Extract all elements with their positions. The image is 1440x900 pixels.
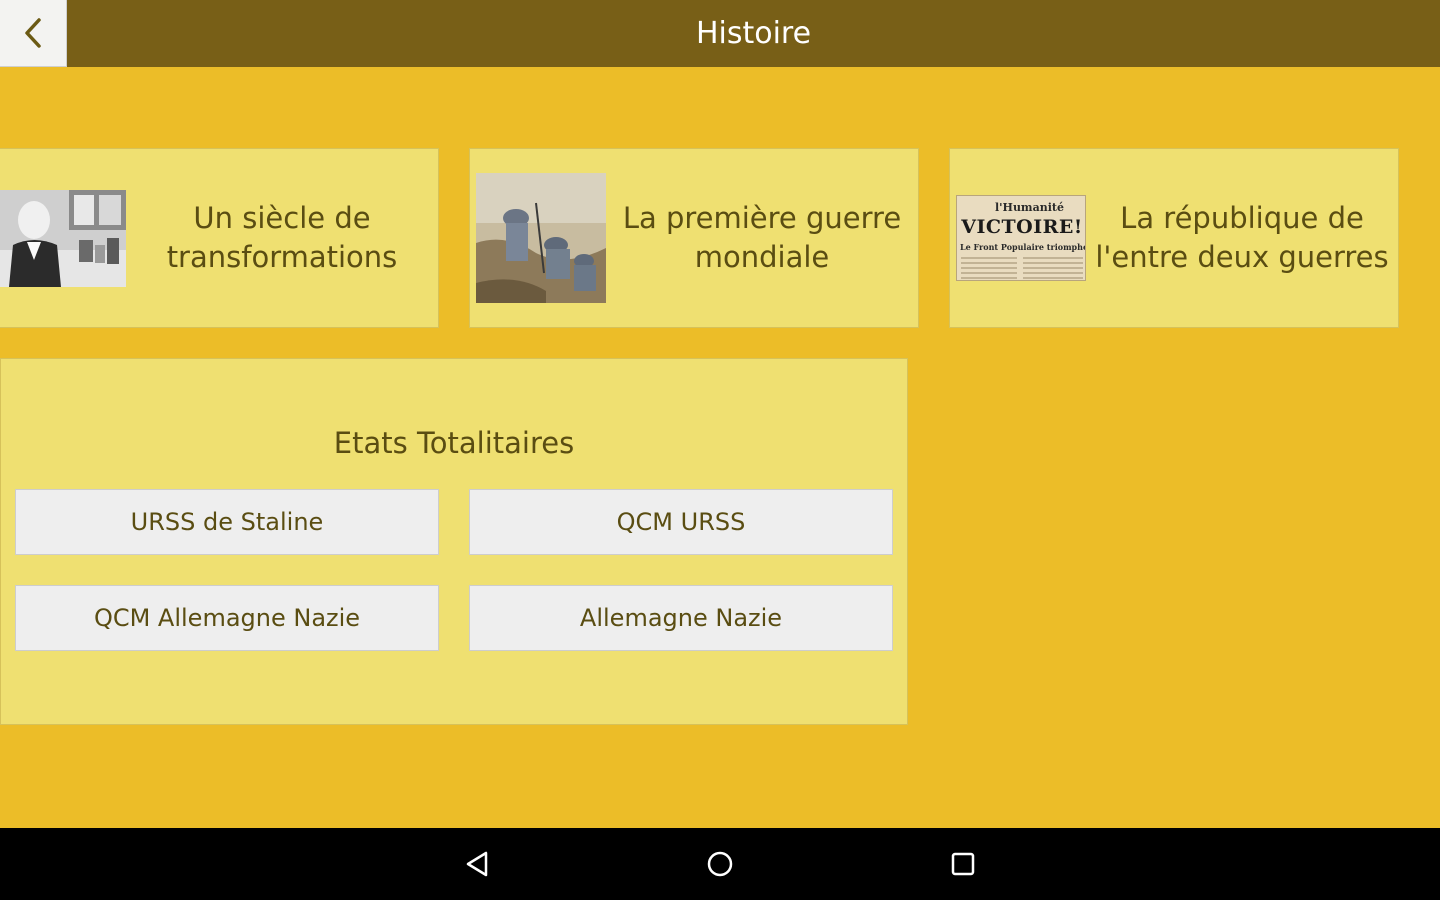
allemagne-nazie-button[interactable]: Allemagne Nazie [469, 585, 893, 651]
card-label: Un siècle de transformations [126, 199, 438, 277]
nav-back-icon [466, 851, 488, 877]
card-label: La première guerre mondiale [606, 199, 918, 277]
trench-soldiers-painting [476, 173, 606, 303]
urss-staline-button[interactable]: URSS de Staline [15, 489, 439, 555]
nav-recents-icon [951, 852, 975, 876]
system-navigation-bar [0, 828, 1440, 900]
card-republique-entre-deux-guerres[interactable]: l'Humanité VICTOIRE! Le Front Populaire … [949, 148, 1399, 328]
panel-title: Etats Totalitaires [333, 426, 575, 460]
card-label-line: La république de [1120, 201, 1364, 235]
app-header: Histoire [0, 0, 1440, 67]
card-label-line: La première guerre [622, 201, 902, 235]
page-title: Histoire [695, 16, 812, 51]
card-siecle-transformations[interactable]: Un siècle de transformations [0, 148, 439, 328]
newspaper-masthead: l'Humanité [995, 201, 1064, 214]
chevron-left-icon [25, 18, 41, 48]
newspaper-front-page: l'Humanité VICTOIRE! Le Front Populaire … [956, 195, 1086, 281]
nav-back-button[interactable] [454, 840, 502, 888]
card-premiere-guerre[interactable]: La première guerre mondiale [469, 148, 919, 328]
scientist-photo [0, 189, 126, 287]
back-button[interactable] [0, 0, 67, 67]
card-label-line: Un siècle de [193, 201, 371, 235]
nav-home-icon [707, 851, 733, 877]
newspaper-headline: VICTOIRE! [961, 216, 1083, 238]
card-label-line: mondiale [694, 240, 830, 274]
nav-home-button[interactable] [696, 840, 744, 888]
qcm-allemagne-nazie-button[interactable]: QCM Allemagne Nazie [15, 585, 439, 651]
card-label-line: l'entre deux guerres [1095, 240, 1389, 274]
panel-etats-totalitaires: Etats Totalitaires URSS de Staline QCM U… [0, 358, 908, 725]
card-label: La république de l'entre deux guerres [1086, 199, 1398, 277]
nav-recents-button[interactable] [939, 840, 987, 888]
qcm-urss-button[interactable]: QCM URSS [469, 489, 893, 555]
card-label-line: transformations [166, 240, 398, 274]
newspaper-subline: Le Front Populaire triomphe [960, 242, 1086, 252]
